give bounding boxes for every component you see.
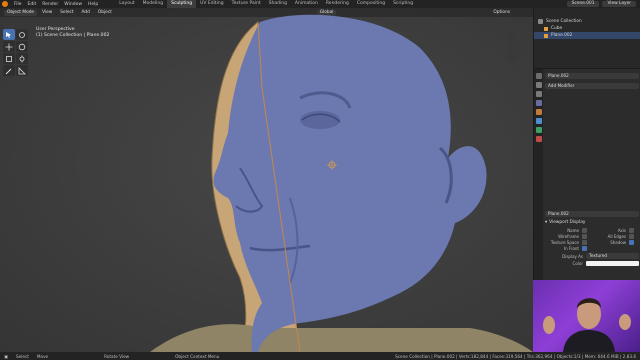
- rotate-tool-icon[interactable]: [16, 41, 28, 52]
- option-name-checkbox[interactable]: [582, 228, 587, 233]
- camera-view-icon[interactable]: [507, 42, 516, 51]
- data-tab-icon[interactable]: [535, 127, 542, 133]
- select-tool-icon[interactable]: [3, 29, 15, 40]
- status-move: Move: [36, 353, 49, 359]
- render-tab-icon[interactable]: [535, 82, 542, 88]
- measure-tool-icon[interactable]: [16, 65, 28, 76]
- scene-tab-icon[interactable]: [535, 100, 542, 106]
- add-modifier-button[interactable]: Add Modifier: [545, 83, 639, 89]
- viewport-overlay-text: User Perspective (1) Scene Collection | …: [36, 27, 109, 39]
- object-name-field[interactable]: Plane.002: [545, 211, 639, 217]
- tab-texture-paint[interactable]: Texture Paint: [228, 0, 265, 8]
- status-context-menu: Object Context Menu: [175, 353, 220, 359]
- display-as-label: Display As: [562, 253, 583, 259]
- properties-panel: Plane.002 Add Modifier Plane.002 ▾ Viewp…: [533, 68, 640, 285]
- menu-help[interactable]: Help: [85, 2, 101, 7]
- menu-edit[interactable]: Edit: [25, 2, 40, 7]
- mesh-icon: [544, 33, 548, 38]
- outliner-panel: Scene Collection Cube Plane.002: [533, 8, 640, 68]
- tab-compositing[interactable]: Compositing: [353, 0, 389, 8]
- scene-statistics: Scene Collection | Plane.002 | Verts:182…: [395, 353, 636, 359]
- move-tool-icon[interactable]: [3, 41, 15, 52]
- viewport-display-panel-header[interactable]: ▾ Viewport Display: [545, 219, 639, 226]
- scale-tool-icon[interactable]: [3, 53, 15, 64]
- option-shadow-label: Shadow: [610, 240, 626, 245]
- tab-sculpting[interactable]: Sculpting: [167, 0, 197, 8]
- active-object-label: (1) Scene Collection | Plane.002: [36, 33, 110, 38]
- menu-render[interactable]: Render: [39, 2, 61, 7]
- cursor-tool-icon[interactable]: [16, 29, 28, 40]
- top-bar: File Edit Render Window Help Layout Mode…: [0, 0, 640, 8]
- pan-hand-icon[interactable]: [507, 31, 516, 40]
- tab-animation[interactable]: Animation: [291, 0, 322, 8]
- tool-tab-icon[interactable]: [535, 73, 542, 79]
- color-label: Color: [572, 261, 583, 266]
- menu-window[interactable]: Window: [61, 2, 85, 7]
- option-texture-space-label: Texture Space: [550, 240, 579, 245]
- perspective-toggle-icon[interactable]: [507, 53, 516, 62]
- option-wireframe-checkbox[interactable]: [582, 234, 587, 239]
- chevron-down-icon: ▾: [545, 220, 548, 225]
- mouse-left-icon: ▣: [4, 353, 8, 359]
- zoom-icon[interactable]: [507, 20, 516, 29]
- object-tab-icon[interactable]: [535, 109, 542, 115]
- tab-shading[interactable]: Shading: [265, 0, 291, 8]
- tab-rendering[interactable]: Rendering: [322, 0, 353, 8]
- status-rotate-view: Rotate View: [104, 353, 130, 359]
- outliner-scene-collection[interactable]: Scene Collection: [534, 18, 640, 25]
- outliner-item-plane[interactable]: Plane.002: [534, 32, 640, 39]
- material-tab-icon[interactable]: [535, 136, 542, 142]
- option-axis-checkbox[interactable]: [629, 228, 634, 233]
- tool-shelf: [3, 29, 29, 76]
- option-axis-label: Axis: [617, 228, 626, 233]
- option-name-label: Name: [567, 228, 579, 233]
- presenter-figure: [543, 298, 631, 352]
- annotate-tool-icon[interactable]: [3, 65, 15, 76]
- properties-tabs: [534, 69, 543, 285]
- menu-file[interactable]: File: [11, 2, 25, 7]
- view-layer-selector[interactable]: View Layer: [602, 1, 636, 7]
- color-swatch[interactable]: [586, 261, 639, 266]
- mesh-icon: [544, 26, 548, 31]
- status-select: Select: [15, 353, 29, 359]
- outliner-item-cube[interactable]: Cube: [534, 25, 640, 32]
- blender-logo-icon[interactable]: [2, 1, 8, 7]
- option-in-front-label: In Front: [563, 246, 579, 251]
- option-all-edges-checkbox[interactable]: [629, 234, 634, 239]
- tab-scripting[interactable]: Scripting: [389, 0, 417, 8]
- status-bar: ▣ Select Move Rotate View Object Context…: [0, 352, 640, 360]
- transform-tool-icon[interactable]: [16, 53, 28, 64]
- output-tab-icon[interactable]: [535, 91, 542, 97]
- tab-uv-editing[interactable]: UV Editing: [196, 0, 227, 8]
- option-shadow-checkbox[interactable]: [629, 240, 634, 245]
- modifier-object-name[interactable]: Plane.002: [545, 73, 639, 79]
- display-as-dropdown[interactable]: Textured: [586, 253, 639, 259]
- viewport-display-options: Name Axis Wireframe All Edges Texture Sp…: [545, 228, 639, 251]
- shoulder: [150, 324, 533, 352]
- webcam-overlay: [533, 280, 640, 352]
- sculpted-head: [150, 14, 533, 352]
- tab-modeling[interactable]: Modeling: [139, 0, 167, 8]
- option-in-front-checkbox[interactable]: [582, 246, 587, 251]
- collection-icon: [538, 19, 543, 24]
- scene-selector[interactable]: Scene.001: [566, 1, 600, 7]
- option-texture-space-checkbox[interactable]: [582, 240, 587, 245]
- 3d-viewport[interactable]: Object Mode View Select Add Object Globa…: [0, 8, 533, 352]
- option-all-edges-label: All Edges: [607, 234, 626, 239]
- navigation-gizmo: [507, 20, 516, 62]
- modifier-tab-icon[interactable]: [535, 118, 542, 124]
- tab-layout[interactable]: Layout: [115, 0, 138, 8]
- option-wireframe-label: Wireframe: [558, 234, 579, 239]
